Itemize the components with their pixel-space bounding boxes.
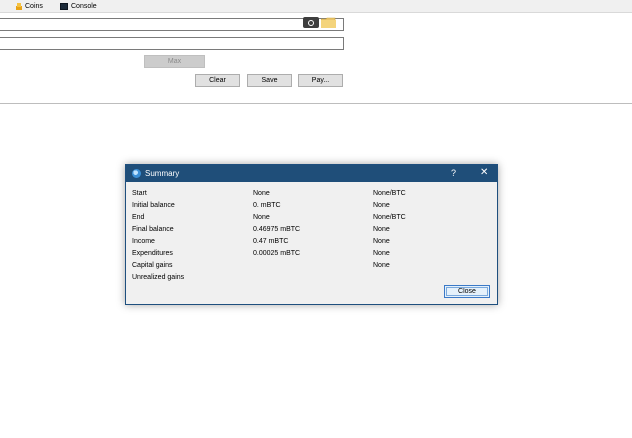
max-button[interactable]: Max xyxy=(144,55,205,68)
row-label: Expenditures xyxy=(132,250,173,257)
row-value: 0.00025 mBTC xyxy=(253,250,301,257)
divider xyxy=(0,103,632,104)
summary-row: Unrealized gains xyxy=(126,274,497,286)
camera-button[interactable] xyxy=(303,17,319,28)
row-value: None xyxy=(253,214,270,221)
tab-bar: Coins Console xyxy=(0,0,632,13)
row-extra: None/BTC xyxy=(373,190,406,197)
summary-row: End None None/BTC xyxy=(126,214,497,226)
folder-icon[interactable] xyxy=(321,17,336,28)
row-value: 0. mBTC xyxy=(253,202,281,209)
clear-button[interactable]: Clear xyxy=(195,74,240,87)
row-label: Unrealized gains xyxy=(132,274,185,281)
row-extra: None xyxy=(373,262,390,269)
row-value: 0.47 mBTC xyxy=(253,238,289,245)
row-value: 0.46975 mBTC xyxy=(253,226,301,233)
electrum-icon xyxy=(132,169,141,178)
summary-dialog: Summary ? ✕ Start None None/BTC Initial … xyxy=(125,164,498,305)
summary-row: Final balance 0.46975 mBTC None xyxy=(126,226,497,238)
tab-coins-label: Coins xyxy=(25,3,43,10)
pay-button[interactable]: Pay... xyxy=(298,74,343,87)
amount-input[interactable] xyxy=(0,37,344,50)
row-label: Income xyxy=(132,238,155,245)
coins-icon xyxy=(16,3,22,10)
tab-coins[interactable]: Coins xyxy=(12,0,47,13)
row-label: Final balance xyxy=(132,226,174,233)
row-extra: None xyxy=(373,226,390,233)
console-icon xyxy=(60,3,68,10)
row-label: Start xyxy=(132,190,147,197)
row-label: Initial balance xyxy=(132,202,175,209)
summary-row: Start None None/BTC xyxy=(126,190,497,202)
camera-icon xyxy=(308,19,314,26)
help-button[interactable]: ? xyxy=(451,168,456,178)
tab-console[interactable]: Console xyxy=(56,0,101,13)
row-label: End xyxy=(132,214,145,221)
summary-row: Income 0.47 mBTC None xyxy=(126,238,497,250)
tab-console-label: Console xyxy=(71,3,97,10)
row-label: Capital gains xyxy=(132,262,173,269)
summary-row: Capital gains None xyxy=(126,262,497,274)
row-value: None xyxy=(253,190,270,197)
close-icon[interactable]: ✕ xyxy=(480,167,488,178)
row-extra: None xyxy=(373,250,390,257)
dialog-title: Summary xyxy=(145,169,180,178)
dialog-title-bar[interactable]: Summary ? ✕ xyxy=(126,165,497,182)
row-extra: None xyxy=(373,202,390,209)
row-extra: None/BTC xyxy=(373,214,406,221)
save-button[interactable]: Save xyxy=(247,74,292,87)
close-button[interactable]: Close xyxy=(444,285,490,298)
pay-to-input[interactable] xyxy=(0,18,344,31)
summary-row: Expenditures 0.00025 mBTC None xyxy=(126,250,497,262)
row-extra: None xyxy=(373,238,390,245)
summary-row: Initial balance 0. mBTC None xyxy=(126,202,497,214)
